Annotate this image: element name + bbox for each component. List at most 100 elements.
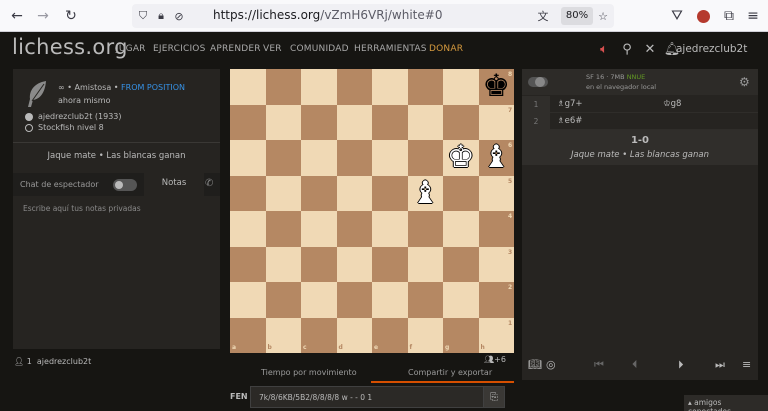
square-f6[interactable] [407, 140, 443, 176]
next-move-icon[interactable]: ⏵ [678, 358, 684, 372]
permissions-icon[interactable]: ⊘ [172, 9, 186, 23]
first-move-icon[interactable]: ⏮ [594, 358, 604, 372]
square-g7[interactable] [443, 104, 479, 140]
square-f4[interactable] [407, 211, 443, 247]
translate-icon[interactable]: 文 [536, 9, 550, 23]
engine-toggle[interactable] [528, 77, 548, 87]
reload-icon[interactable]: ↻ [62, 7, 80, 25]
square-c6[interactable] [301, 140, 337, 176]
last-move-icon[interactable]: ⏭ [715, 358, 725, 372]
tab-move-times[interactable]: Tiempo por movimiento [261, 368, 357, 377]
square-c3[interactable] [301, 246, 337, 282]
square-b3[interactable] [265, 246, 301, 282]
share-icon[interactable]: ⧉ [720, 7, 738, 25]
site-logo[interactable]: lichess.org [12, 35, 128, 59]
square-b4[interactable] [265, 211, 301, 247]
chessboard[interactable]: 8 7 6 5 4 3 2 a b c d e f g 1 h ♚ ♚ ♝ ♝ [230, 69, 514, 353]
square-c5[interactable] [301, 175, 337, 211]
nav-play[interactable]: JUGAR [116, 44, 146, 54]
chat-toggle[interactable] [113, 179, 137, 191]
square-e7[interactable] [372, 104, 408, 140]
square-e8[interactable] [372, 69, 408, 105]
square-c8[interactable] [301, 69, 337, 105]
book-icon[interactable]: 📖︎ [528, 358, 542, 371]
menu-icon[interactable]: ≡ [742, 358, 751, 371]
prev-move-icon[interactable]: ⏴ [632, 358, 638, 372]
square-b2[interactable] [265, 282, 301, 318]
square-d7[interactable] [336, 104, 372, 140]
address-bar[interactable]: ⛉ 🔒︎ ⊘ https://lichess.org/vZmH6VRj/whit… [132, 4, 614, 28]
square-f7[interactable] [407, 104, 443, 140]
white-player[interactable]: ajedrezclub2t (1933) [25, 112, 122, 121]
bookmark-star-icon[interactable]: ☆ [596, 9, 610, 23]
sound-muted-icon[interactable]: 🔈︎ [596, 41, 612, 57]
user-menu[interactable]: ajedrezclub2t [676, 43, 747, 55]
square-g8[interactable] [443, 69, 479, 105]
nav-donate[interactable]: DONAR [429, 44, 463, 54]
square-e5[interactable] [372, 175, 408, 211]
white-king-piece[interactable]: ♚ [443, 140, 479, 176]
white-bishop-piece[interactable]: ♝ [408, 176, 444, 212]
square-b6[interactable] [265, 140, 301, 176]
square-a7[interactable] [230, 104, 266, 140]
lock-icon[interactable]: 🔒︎ [154, 9, 168, 23]
black-king-piece[interactable]: ♚ [479, 69, 515, 105]
nav-community[interactable]: COMUNIDAD [290, 44, 349, 54]
square-d5[interactable] [336, 175, 372, 211]
nav-learn[interactable]: APRENDER [210, 44, 261, 54]
shield-icon[interactable]: ⛉ [136, 9, 150, 23]
from-position-link[interactable]: FROM POSITION [121, 83, 185, 92]
square-a4[interactable] [230, 211, 266, 247]
copy-fen-button[interactable]: ⎘ [483, 386, 505, 408]
pocket-icon[interactable]: ⛛ [668, 7, 686, 25]
square-f8[interactable] [407, 69, 443, 105]
black-player[interactable]: Stockfish nivel 8 [25, 123, 104, 132]
square-d8[interactable] [336, 69, 372, 105]
square-e2[interactable] [372, 282, 408, 318]
move-black[interactable]: ♔g8 [663, 96, 681, 113]
square-d3[interactable] [336, 246, 372, 282]
zoom-level[interactable]: 80% [561, 7, 593, 25]
square-a6[interactable] [230, 140, 266, 176]
square-g5[interactable] [443, 175, 479, 211]
notes-textarea[interactable]: Escribe aquí tus notas privadas [23, 204, 141, 213]
square-e4[interactable] [372, 211, 408, 247]
back-icon[interactable]: ← [8, 7, 26, 25]
square-d4[interactable] [336, 211, 372, 247]
tab-share-export[interactable]: Compartir y exportar [408, 368, 492, 377]
nav-tools[interactable]: HERRAMIENTAS [354, 44, 427, 54]
square-f3[interactable] [407, 246, 443, 282]
friends-online-bar[interactable]: ▴ amigos conectados [684, 395, 768, 411]
white-bishop-piece[interactable]: ♝ [479, 140, 515, 176]
square-f1[interactable] [407, 317, 443, 353]
extension-icon[interactable] [694, 7, 712, 25]
square-d6[interactable] [336, 140, 372, 176]
tab-notes[interactable]: Notas [144, 173, 204, 196]
square-c4[interactable] [301, 211, 337, 247]
move-white[interactable]: ♗e6# [557, 113, 582, 130]
square-c7[interactable] [301, 104, 337, 140]
square-b5[interactable] [265, 175, 301, 211]
square-a5[interactable] [230, 175, 266, 211]
square-a8[interactable] [230, 69, 266, 105]
square-b7[interactable] [265, 104, 301, 140]
target-icon[interactable]: ◎ [546, 358, 556, 371]
watcher-name[interactable]: ajedrezclub2t [37, 357, 91, 366]
nav-watch[interactable]: VER [263, 44, 282, 54]
move-white[interactable]: ♗g7+ [557, 96, 583, 113]
tab-spectator-chat[interactable]: Chat de espectador [20, 180, 99, 189]
square-a3[interactable] [230, 246, 266, 282]
nav-puzzles[interactable]: EJERCICIOS [153, 44, 206, 54]
menu-icon[interactable]: ≡ [744, 7, 762, 25]
gear-icon[interactable]: ⚙ [739, 75, 750, 89]
url-text[interactable]: https://lichess.org/vZmH6VRj/white#0 [213, 8, 442, 22]
square-f2[interactable] [407, 282, 443, 318]
square-e3[interactable] [372, 246, 408, 282]
search-icon[interactable]: ⚲ [619, 41, 635, 57]
square-g3[interactable] [443, 246, 479, 282]
fen-input[interactable]: 7k/8/6KB/5B2/8/8/8/8 w - - 0 1 [250, 386, 490, 408]
square-e6[interactable] [372, 140, 408, 176]
forward-icon[interactable]: → [34, 7, 52, 25]
square-a2[interactable] [230, 282, 266, 318]
square-d2[interactable] [336, 282, 372, 318]
